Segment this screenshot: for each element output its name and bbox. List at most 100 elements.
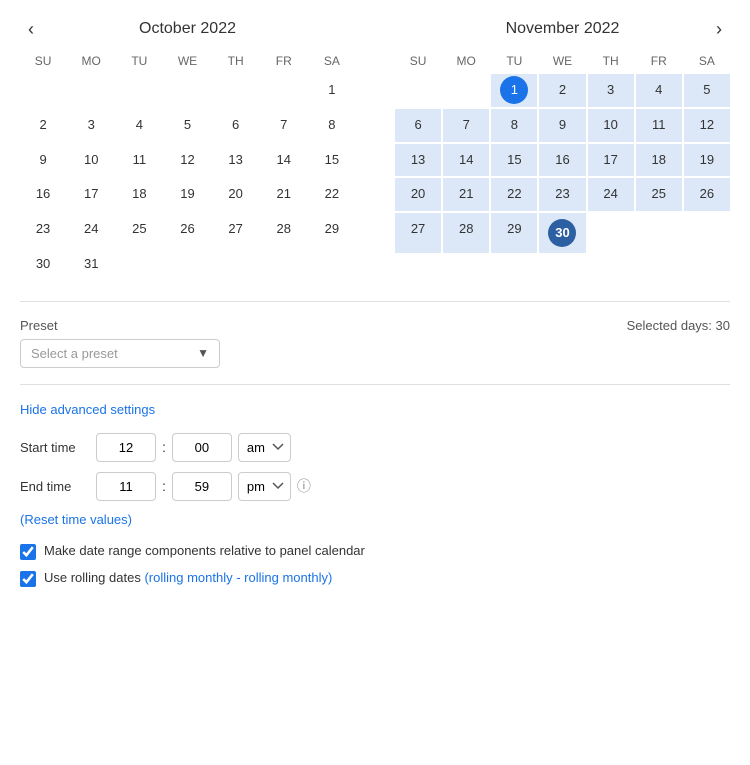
day-cell[interactable]: 28 <box>261 213 307 246</box>
day-cell[interactable]: 18 <box>636 144 682 177</box>
day-header: SU <box>20 50 66 72</box>
day-cell[interactable]: 3 <box>588 74 634 107</box>
day-cell[interactable]: 14 <box>443 144 489 177</box>
day-cell[interactable]: 3 <box>68 109 114 142</box>
day-cell[interactable]: 23 <box>20 213 66 246</box>
calendar-panel: ‹ October 2022 SUMOTUWETHFRSA12345678910… <box>20 20 730 587</box>
section-divider <box>20 301 730 302</box>
day-cell[interactable]: 30 <box>20 248 66 281</box>
day-header: MO <box>68 50 114 72</box>
preset-row: Preset Selected days: 30 <box>20 318 730 333</box>
day-cell[interactable]: 6 <box>395 109 441 142</box>
day-cell[interactable]: 19 <box>164 178 210 211</box>
end-ampm-select[interactable]: am pm <box>238 472 291 501</box>
day-header: TH <box>213 50 259 72</box>
rolling-dates-link: (rolling monthly - rolling monthly) <box>144 570 332 585</box>
next-month-button[interactable]: › <box>708 16 730 42</box>
day-cell[interactable]: 17 <box>588 144 634 177</box>
rolling-dates-checkbox[interactable] <box>20 571 36 587</box>
end-hour-input[interactable] <box>96 472 156 501</box>
day-cell[interactable]: 20 <box>395 178 441 211</box>
day-header: MO <box>443 50 489 72</box>
empty-cell <box>588 213 634 253</box>
day-cell[interactable]: 16 <box>20 178 66 211</box>
day-cell[interactable]: 9 <box>539 109 585 142</box>
day-cell[interactable]: 24 <box>588 178 634 211</box>
day-cell[interactable]: 8 <box>309 109 355 142</box>
day-cell[interactable]: 26 <box>684 178 730 211</box>
day-cell[interactable]: 1 <box>309 74 355 107</box>
end-time-row: End time : am pm ⓘ <box>20 472 730 501</box>
day-cell[interactable]: 20 <box>213 178 259 211</box>
day-cell[interactable]: 7 <box>443 109 489 142</box>
empty-cell <box>116 248 162 281</box>
hide-advanced-link[interactable]: Hide advanced settings <box>20 402 155 417</box>
day-cell[interactable]: 23 <box>539 178 585 211</box>
day-cell[interactable]: 18 <box>116 178 162 211</box>
day-cell[interactable]: 30 <box>539 213 585 253</box>
day-cell[interactable]: 25 <box>116 213 162 246</box>
preset-placeholder: Select a preset <box>31 346 118 361</box>
day-cell[interactable]: 17 <box>68 178 114 211</box>
day-cell[interactable]: 21 <box>261 178 307 211</box>
day-cell[interactable]: 11 <box>636 109 682 142</box>
day-cell[interactable]: 4 <box>636 74 682 107</box>
prev-month-button[interactable]: ‹ <box>20 16 42 42</box>
november-calendar: November 2022 › SUMOTUWETHFRSA1234567891… <box>395 20 730 281</box>
day-cell[interactable]: 31 <box>68 248 114 281</box>
day-cell[interactable]: 15 <box>309 144 355 177</box>
day-cell[interactable]: 27 <box>213 213 259 246</box>
day-cell[interactable]: 9 <box>20 144 66 177</box>
day-cell[interactable]: 6 <box>213 109 259 142</box>
day-cell[interactable]: 28 <box>443 213 489 253</box>
start-minute-input[interactable] <box>172 433 232 462</box>
day-cell[interactable]: 21 <box>443 178 489 211</box>
day-cell[interactable]: 19 <box>684 144 730 177</box>
day-cell[interactable]: 2 <box>539 74 585 107</box>
reset-time-link[interactable]: (Reset time values) <box>20 512 132 527</box>
end-time-label: End time <box>20 479 90 494</box>
day-cell[interactable]: 4 <box>116 109 162 142</box>
day-cell[interactable]: 16 <box>539 144 585 177</box>
october-header: ‹ October 2022 <box>20 20 355 38</box>
day-cell[interactable]: 5 <box>684 74 730 107</box>
day-cell[interactable]: 13 <box>395 144 441 177</box>
day-cell[interactable]: 14 <box>261 144 307 177</box>
day-cell[interactable]: 5 <box>164 109 210 142</box>
day-cell[interactable]: 13 <box>213 144 259 177</box>
october-month-name: October <box>139 20 196 37</box>
start-time-label: Start time <box>20 440 90 455</box>
info-icon[interactable]: ⓘ <box>297 476 311 496</box>
day-cell[interactable]: 12 <box>684 109 730 142</box>
end-time-colon: : <box>162 478 166 494</box>
day-cell[interactable]: 11 <box>116 144 162 177</box>
day-cell[interactable]: 29 <box>309 213 355 246</box>
time-section: Start time : am pm End time : am pm ⓘ <box>20 433 730 501</box>
day-cell[interactable]: 2 <box>20 109 66 142</box>
preset-dropdown[interactable]: Select a preset ▼ <box>20 339 220 368</box>
end-minute-input[interactable] <box>172 472 232 501</box>
day-cell[interactable]: 24 <box>68 213 114 246</box>
day-cell[interactable]: 25 <box>636 178 682 211</box>
day-cell[interactable]: 12 <box>164 144 210 177</box>
preset-section: Preset Selected days: 30 Select a preset… <box>20 318 730 368</box>
day-cell[interactable]: 27 <box>395 213 441 253</box>
start-hour-input[interactable] <box>96 433 156 462</box>
day-cell[interactable]: 10 <box>588 109 634 142</box>
day-cell[interactable]: 29 <box>491 213 537 253</box>
start-ampm-select[interactable]: am pm <box>238 433 291 462</box>
day-cell[interactable]: 22 <box>491 178 537 211</box>
day-header: FR <box>261 50 307 72</box>
checkbox-row-2: Use rolling dates (rolling monthly - rol… <box>20 570 730 587</box>
day-cell[interactable]: 1 <box>491 74 537 107</box>
checkboxes-section: Make date range components relative to p… <box>20 543 730 587</box>
day-cell[interactable]: 7 <box>261 109 307 142</box>
day-cell[interactable]: 26 <box>164 213 210 246</box>
october-calendar: ‹ October 2022 SUMOTUWETHFRSA12345678910… <box>20 20 355 281</box>
day-cell[interactable]: 8 <box>491 109 537 142</box>
day-cell[interactable]: 10 <box>68 144 114 177</box>
october-grid: SUMOTUWETHFRSA12345678910111213141516171… <box>20 50 355 281</box>
day-cell[interactable]: 15 <box>491 144 537 177</box>
relative-calendar-checkbox[interactable] <box>20 544 36 560</box>
day-cell[interactable]: 22 <box>309 178 355 211</box>
